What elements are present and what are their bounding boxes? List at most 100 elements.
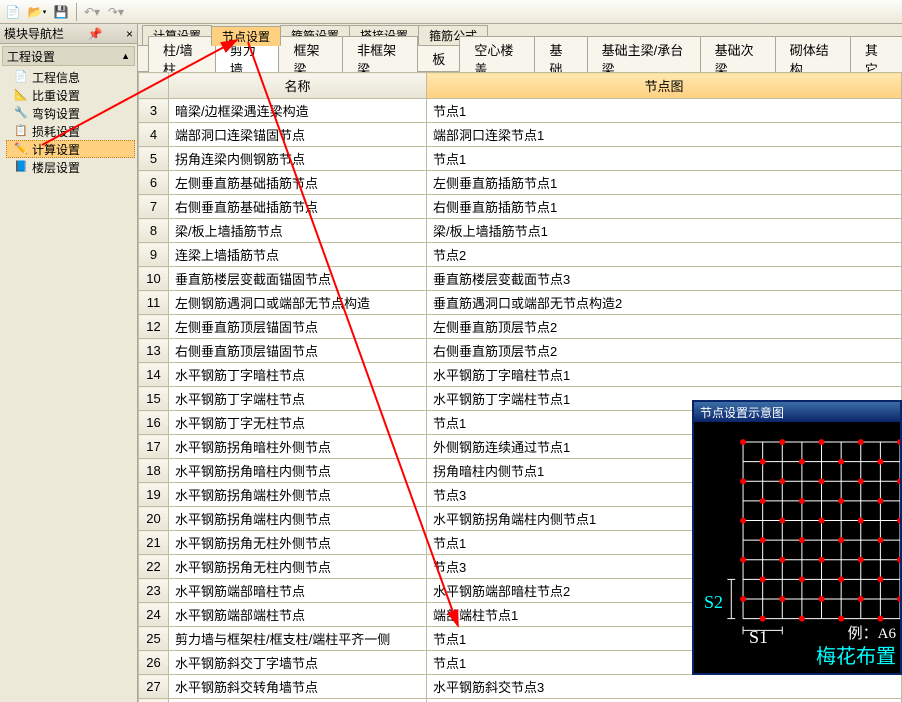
row-img[interactable]: 梁/板上墙插筋节点1 [427, 219, 902, 243]
row-name[interactable]: 水平钢筋拐角无柱外侧节点 [169, 531, 427, 555]
sidebar-item-icon: 🔧 [14, 106, 28, 120]
row-name[interactable]: 水平钢筋拐角端柱内侧节点 [169, 507, 427, 531]
row-number: 18 [139, 459, 169, 483]
cattab-4[interactable]: 板 [417, 45, 460, 72]
row-name[interactable]: 水平钢筋斜交转角墙节点 [169, 675, 427, 699]
table-row[interactable]: 3暗梁/边框梁遇连梁构造节点1 [139, 99, 902, 123]
row-number: 6 [139, 171, 169, 195]
sidebar-title-bar: 模块导航栏 📌 × [0, 24, 137, 44]
row-name[interactable]: 连梁上墙插筋节点 [169, 243, 427, 267]
row-img[interactable]: 右侧垂直筋顶层节点2 [427, 339, 902, 363]
row-number: 10 [139, 267, 169, 291]
tab-1[interactable]: 节点设置 [211, 26, 281, 46]
row-name[interactable]: 右侧垂直筋基础插筋节点 [169, 195, 427, 219]
row-name[interactable]: 水平钢筋拐角端柱外侧节点 [169, 483, 427, 507]
table-row[interactable]: 9连梁上墙插筋节点节点2 [139, 243, 902, 267]
row-img[interactable]: 节点2 [427, 243, 902, 267]
row-number: 24 [139, 603, 169, 627]
rownum-header [139, 73, 169, 99]
row-name[interactable]: 左侧垂直筋顶层锚固节点 [169, 315, 427, 339]
row-number: 5 [139, 147, 169, 171]
row-name[interactable]: 剪力墙与框架柱/框支柱/端柱平齐一侧 [169, 627, 427, 651]
row-img[interactable]: 右侧垂直筋插筋节点1 [427, 195, 902, 219]
sidebar-item-icon: 📘 [14, 160, 28, 174]
row-name[interactable]: 水平钢筋遇洞口或端部无节点构造 [169, 699, 427, 702]
row-number: 15 [139, 387, 169, 411]
row-number: 8 [139, 219, 169, 243]
node-preview-window: 节点设置示意图 S2 [692, 400, 902, 675]
table-row[interactable]: 6左侧垂直筋基础插筋节点左侧垂直筋插筋节点1 [139, 171, 902, 195]
row-img[interactable]: 水平钢筋遇洞口或端部无节点构造2 [427, 699, 902, 702]
row-img[interactable]: 节点1 [427, 147, 902, 171]
open-icon[interactable]: 📂▾ [26, 2, 48, 22]
row-img[interactable]: 端部洞口连梁节点1 [427, 123, 902, 147]
row-name[interactable]: 左侧垂直筋基础插筋节点 [169, 171, 427, 195]
row-img[interactable]: 垂直筋楼层变截面节点3 [427, 267, 902, 291]
row-number: 9 [139, 243, 169, 267]
sidebar-item-0[interactable]: 📄工程信息 [6, 68, 135, 86]
preview-body: S2 S1 例：A6 梅花布置 [694, 422, 900, 673]
table-row[interactable]: 8梁/板上墙插筋节点梁/板上墙插筋节点1 [139, 219, 902, 243]
sidebar-item-5[interactable]: 📘楼层设置 [6, 158, 135, 176]
row-img[interactable]: 水平钢筋斜交节点3 [427, 675, 902, 699]
table-row[interactable]: 27水平钢筋斜交转角墙节点水平钢筋斜交节点3 [139, 675, 902, 699]
row-name[interactable]: 水平钢筋斜交丁字墙节点 [169, 651, 427, 675]
row-number: 23 [139, 579, 169, 603]
name-header[interactable]: 名称 [169, 73, 427, 99]
sidebar-section[interactable]: 工程设置 ▲ [2, 46, 135, 66]
table-row[interactable]: 10垂直筋楼层变截面锚固节点垂直筋楼层变截面节点3 [139, 267, 902, 291]
row-name[interactable]: 暗梁/边框梁遇连梁构造 [169, 99, 427, 123]
sidebar-section-label: 工程设置 [7, 48, 55, 65]
close-icon[interactable]: × [126, 27, 133, 41]
sidebar-item-icon: 📐 [14, 88, 28, 102]
row-number: 25 [139, 627, 169, 651]
new-icon[interactable]: 📄 [2, 2, 24, 22]
table-row[interactable]: 13右侧垂直筋顶层锚固节点右侧垂直筋顶层节点2 [139, 339, 902, 363]
sidebar-item-3[interactable]: 📋 损耗设置 [6, 122, 135, 140]
table-row[interactable]: 5拐角连梁内侧钢筋节点节点1 [139, 147, 902, 171]
row-name[interactable]: 水平钢筋丁字暗柱节点 [169, 363, 427, 387]
row-name[interactable]: 水平钢筋拐角无柱内侧节点 [169, 555, 427, 579]
undo-icon[interactable]: ↶▾ [81, 2, 103, 22]
save-icon[interactable]: 💾 [50, 2, 72, 22]
row-name[interactable]: 右侧垂直筋顶层锚固节点 [169, 339, 427, 363]
row-name[interactable]: 水平钢筋拐角暗柱外侧节点 [169, 435, 427, 459]
row-img[interactable]: 左侧垂直筋插筋节点1 [427, 171, 902, 195]
sidebar-item-1[interactable]: 📐比重设置 [6, 86, 135, 104]
row-img[interactable]: 节点1 [427, 99, 902, 123]
redo-icon[interactable]: ↷▾ [105, 2, 127, 22]
sidebar-item-icon: 📋 [14, 124, 28, 138]
row-number: 19 [139, 483, 169, 507]
row-number: 11 [139, 291, 169, 315]
table-row[interactable]: 14水平钢筋丁字暗柱节点水平钢筋丁字暗柱节点1 [139, 363, 902, 387]
row-name[interactable]: 水平钢筋端部端柱节点 [169, 603, 427, 627]
sidebar-item-4[interactable]: ✏️计算设置 [6, 140, 135, 158]
img-header[interactable]: 节点图 [427, 73, 902, 99]
row-name[interactable]: 水平钢筋丁字无柱节点 [169, 411, 427, 435]
row-img[interactable]: 水平钢筋丁字暗柱节点1 [427, 363, 902, 387]
row-name[interactable]: 垂直筋楼层变截面锚固节点 [169, 267, 427, 291]
row-number: 27 [139, 675, 169, 699]
row-name[interactable]: 左侧钢筋遇洞口或端部无节点构造 [169, 291, 427, 315]
module-navigator: 模块导航栏 📌 × 工程设置 ▲ 📄工程信息📐比重设置🔧弯钩设置 📋 损耗设置✏️计… [0, 24, 138, 702]
row-name[interactable]: 水平钢筋端部暗柱节点 [169, 579, 427, 603]
row-img[interactable]: 左侧垂直筋顶层节点2 [427, 315, 902, 339]
table-row[interactable]: 12左侧垂直筋顶层锚固节点左侧垂直筋顶层节点2 [139, 315, 902, 339]
row-name[interactable]: 梁/板上墙插筋节点 [169, 219, 427, 243]
pin-icon[interactable]: 📌 [88, 27, 103, 41]
table-row[interactable]: 11左侧钢筋遇洞口或端部无节点构造垂直筋遇洞口或端部无节点构造2 [139, 291, 902, 315]
collapse-icon[interactable]: ▲ [121, 51, 130, 61]
row-name[interactable]: 水平钢筋丁字端柱节点 [169, 387, 427, 411]
sidebar-item-2[interactable]: 🔧弯钩设置 [6, 104, 135, 122]
sidebar-item-label: 工程信息 [32, 69, 80, 86]
row-name[interactable]: 水平钢筋拐角暗柱内侧节点 [169, 459, 427, 483]
row-number: 14 [139, 363, 169, 387]
footer-label: 梅花布置 [816, 640, 896, 669]
row-name[interactable]: 端部洞口连梁锚固节点 [169, 123, 427, 147]
table-row[interactable]: 28水平钢筋遇洞口或端部无节点构造水平钢筋遇洞口或端部无节点构造2 [139, 699, 902, 702]
table-row[interactable]: 7右侧垂直筋基础插筋节点右侧垂直筋插筋节点1 [139, 195, 902, 219]
sidebar-item-label: 损耗设置 [32, 123, 80, 140]
row-name[interactable]: 拐角连梁内侧钢筋节点 [169, 147, 427, 171]
row-img[interactable]: 垂直筋遇洞口或端部无节点构造2 [427, 291, 902, 315]
table-row[interactable]: 4端部洞口连梁锚固节点端部洞口连梁节点1 [139, 123, 902, 147]
